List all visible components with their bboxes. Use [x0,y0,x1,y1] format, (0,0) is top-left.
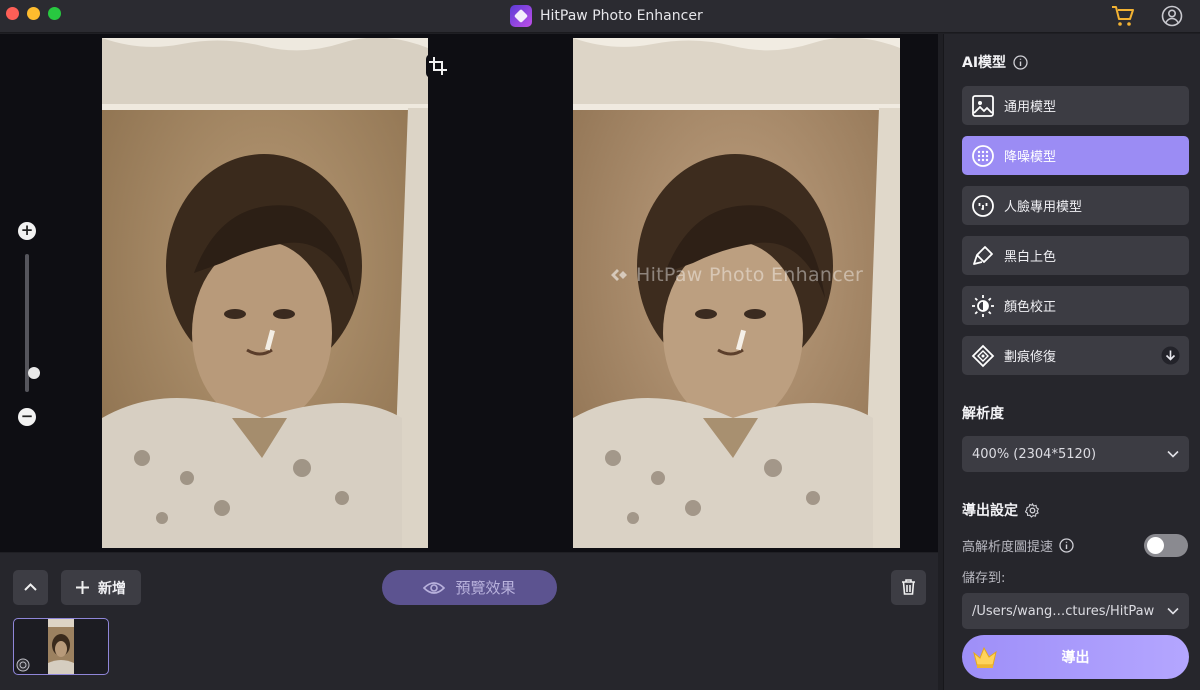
settings-panel: AI模型 通用模型 降噪模型 人臉專用模型 黑白上色 顏色校正 劃痕修復 解析度… [943,34,1200,690]
model-label: 通用模型 [1004,100,1057,115]
image-icon [972,94,994,117]
info-icon[interactable] [1013,54,1028,70]
chevron-up-icon [24,583,37,591]
add-button[interactable]: 新增 [61,570,141,605]
preview-button-label: 預覽效果 [455,579,516,597]
original-photo [102,38,428,548]
hires-speedup-toggle[interactable] [1144,534,1188,557]
model-general[interactable]: 通用模型 [962,86,1189,125]
hires-speedup-label: 高解析度圖提速 [962,540,1054,555]
denoise-icon [972,144,994,167]
resolution-select[interactable]: 400% (2304*5120) [962,436,1189,472]
info-icon[interactable] [1059,538,1074,553]
toggle-knob [1147,537,1164,554]
model-colorize[interactable]: 黑白上色 [962,236,1189,275]
watermark: HitPaw Photo Enhancer [610,264,863,286]
app-logo-icon [510,5,532,27]
model-denoise[interactable]: 降噪模型 [962,136,1189,175]
model-label: 劃痕修復 [1004,350,1057,365]
image-thumbnail[interactable] [13,618,109,675]
patch-icon [971,344,995,367]
export-settings-title: 導出設定 [962,503,1018,519]
plus-icon [76,581,89,594]
model-label: 降噪模型 [1004,150,1057,165]
maximize-window-button[interactable] [48,7,61,20]
zoom-out-button[interactable]: − [18,408,36,426]
resolution-section-title: 解析度 [962,403,1004,423]
model-label: 人臉專用模型 [1004,200,1083,215]
close-window-button[interactable] [6,7,19,20]
bottom-bar: 新增 預覽效果 [0,553,938,690]
trash-icon [902,579,915,595]
export-settings-section-title: 導出設定 [962,500,1040,520]
eye-icon [423,581,446,594]
account-icon[interactable] [1161,5,1183,27]
zoom-in-button[interactable]: + [18,222,36,240]
zoom-control: + − [18,222,40,427]
sun-icon [972,294,994,317]
app-title-text: HitPaw Photo Enhancer [540,8,703,24]
enhanced-photo [573,38,900,548]
crown-icon [973,646,997,668]
ai-model-section-title: AI模型 [962,52,1028,72]
resolution-title: 解析度 [962,406,1004,422]
chevron-down-icon [1167,450,1179,458]
zoom-slider[interactable] [25,254,40,392]
watermark-text: HitPaw Photo Enhancer [636,264,864,286]
delete-button[interactable] [891,570,926,605]
minimize-window-button[interactable] [27,7,40,20]
hires-speedup-row: 高解析度圖提速 [962,536,1074,555]
chevron-down-icon [1167,607,1179,615]
preview-button[interactable]: 預覽效果 [382,570,557,605]
model-face[interactable]: 人臉專用模型 [962,186,1189,225]
title-bar: HitPaw Photo Enhancer [0,0,1200,33]
save-to-row: 儲存到: [962,567,1005,586]
zoom-slider-thumb[interactable] [28,367,40,380]
collapse-button[interactable] [13,570,48,605]
gear-icon[interactable] [1025,502,1040,518]
model-color-correction[interactable]: 顏色校正 [962,286,1189,325]
app-title: HitPaw Photo Enhancer [510,5,703,27]
model-label: 顏色校正 [1004,300,1057,315]
download-icon[interactable] [1161,346,1180,365]
cart-icon[interactable] [1110,4,1136,28]
save-path-select[interactable]: /Users/wang…ctures/HitPaw [962,593,1189,629]
save-to-label: 儲存到: [962,571,1006,586]
save-path-value: /Users/wang…ctures/HitPaw [972,603,1155,619]
resolution-value: 400% (2304*5120) [972,446,1097,462]
ai-model-title: AI模型 [962,55,1007,71]
brush-icon [973,245,993,265]
model-label: 黑白上色 [1004,250,1057,265]
crop-icon[interactable] [426,54,450,78]
watermark-logo-icon [611,269,627,281]
face-icon [972,194,994,217]
export-button-label: 導出 [1061,650,1090,666]
model-scratch-repair[interactable]: 劃痕修復 [962,336,1189,375]
export-button[interactable]: 導出 [962,635,1189,679]
add-button-label: 新增 [98,580,126,597]
